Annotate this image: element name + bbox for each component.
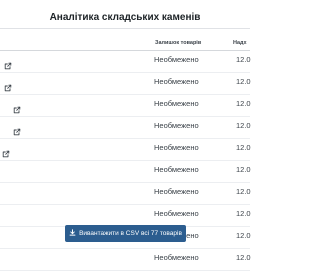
receipt-cell: 12.0	[236, 209, 251, 218]
stock-cell: Необмежено	[154, 99, 199, 108]
table-row: Необмежено 12.0	[0, 161, 251, 183]
download-icon	[69, 229, 76, 238]
stock-cell: Необмежено	[154, 121, 199, 130]
table-row: Необмежено 12.0	[0, 249, 251, 271]
column-header-stock[interactable]: Залишок товарів	[155, 40, 201, 46]
column-header-receipt[interactable]: Надх	[233, 40, 247, 46]
table-row: Необмежено 12.0	[0, 205, 251, 227]
stock-cell: Необмежено	[154, 165, 199, 174]
stock-cell: Необмежено	[154, 253, 199, 262]
receipt-cell: 12.0	[236, 55, 251, 64]
external-link-icon[interactable]	[2, 145, 10, 158]
title-divider	[0, 28, 250, 29]
table-row: Необмежено 12.0	[0, 51, 251, 73]
table-row: Необмежено 12.0	[0, 183, 251, 205]
stock-cell: Необмежено	[154, 143, 199, 152]
stock-cell: Необмежено	[154, 187, 199, 196]
receipt-cell: 12.0	[236, 187, 251, 196]
export-csv-button[interactable]: Вивантажити в CSV всі 77 товарів	[65, 225, 186, 242]
stock-cell: Необмежено	[154, 209, 199, 218]
external-link-icon[interactable]	[4, 79, 12, 92]
export-csv-label: Вивантажити в CSV всі 77 товарів	[79, 230, 182, 237]
receipt-cell: 12.0	[236, 121, 251, 130]
external-link-icon[interactable]	[13, 101, 21, 114]
external-link-icon[interactable]	[13, 123, 21, 136]
stock-cell: Необмежено	[154, 77, 199, 86]
table-row: Необмежено 12.0	[0, 73, 251, 95]
table-row: Необмежено 12.0	[0, 95, 251, 117]
receipt-cell: 12.0	[236, 253, 251, 262]
receipt-cell: 12.0	[236, 77, 251, 86]
table-row: Необмежено 12.0	[0, 117, 251, 139]
receipt-cell: 12.0	[236, 165, 251, 174]
external-link-icon[interactable]	[4, 57, 12, 70]
page-title: Аналітика складських каменів	[49, 12, 201, 23]
table-row: Необмежено 12.0	[0, 139, 251, 161]
receipt-cell: 12.0	[236, 143, 251, 152]
stock-cell: Необмежено	[154, 55, 199, 64]
receipt-cell: 12.0	[236, 231, 251, 240]
receipt-cell: 12.0	[236, 99, 251, 108]
